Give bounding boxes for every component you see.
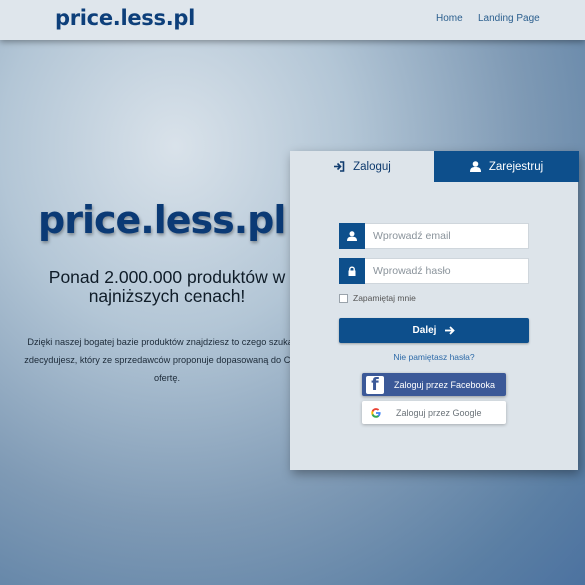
user-icon (339, 223, 365, 249)
submit-button-label: Dalej (412, 325, 437, 336)
nav-link-home[interactable]: Home (436, 13, 463, 24)
password-input[interactable] (365, 258, 529, 284)
remember-me-checkbox[interactable] (339, 293, 348, 303)
top-navbar: price.less.pl Home Landing Page (0, 0, 585, 40)
google-icon (371, 407, 381, 418)
submit-button[interactable]: Dalej (339, 318, 529, 343)
hero-subtitle: Ponad 2.000.000 produktów w najniższych … (48, 267, 286, 306)
hero-title: price.less.pl (38, 198, 286, 242)
forgot-password-link[interactable]: Nie pamiętasz hasła? (339, 352, 529, 362)
arrow-right-icon (445, 326, 456, 335)
tab-register-label: Zarejestruj (488, 160, 544, 173)
email-field (339, 223, 529, 249)
remember-me: Zapamiętaj mnie (339, 293, 416, 303)
facebook-login-button[interactable]: f Zaloguj przez Facebooka (362, 373, 506, 396)
facebook-icon: f (366, 375, 384, 394)
tab-login-label: Zaloguj (353, 160, 391, 173)
google-login-button[interactable]: Zaloguj przez Google (362, 401, 506, 424)
facebook-login-label: Zaloguj przez Facebooka (394, 379, 496, 390)
remember-me-label[interactable]: Zapamiętaj mnie (353, 293, 416, 303)
email-input[interactable] (365, 223, 529, 249)
password-field (339, 258, 529, 284)
sign-in-icon (334, 161, 345, 172)
lock-icon (339, 258, 365, 284)
auth-card: Zaloguj Zarejestruj Zapamiętaj mnie (290, 151, 579, 470)
tab-register[interactable]: Zarejestruj (434, 151, 579, 182)
navbar-brand[interactable]: price.less.pl (55, 6, 195, 30)
nav-link-landing-page[interactable]: Landing Page (478, 13, 540, 24)
user-icon (469, 161, 481, 172)
google-login-label: Zaloguj przez Google (396, 407, 482, 418)
hero-description: Dzięki naszej bogatej bazie produktów zn… (24, 337, 310, 383)
tab-login[interactable]: Zaloguj (290, 151, 434, 182)
